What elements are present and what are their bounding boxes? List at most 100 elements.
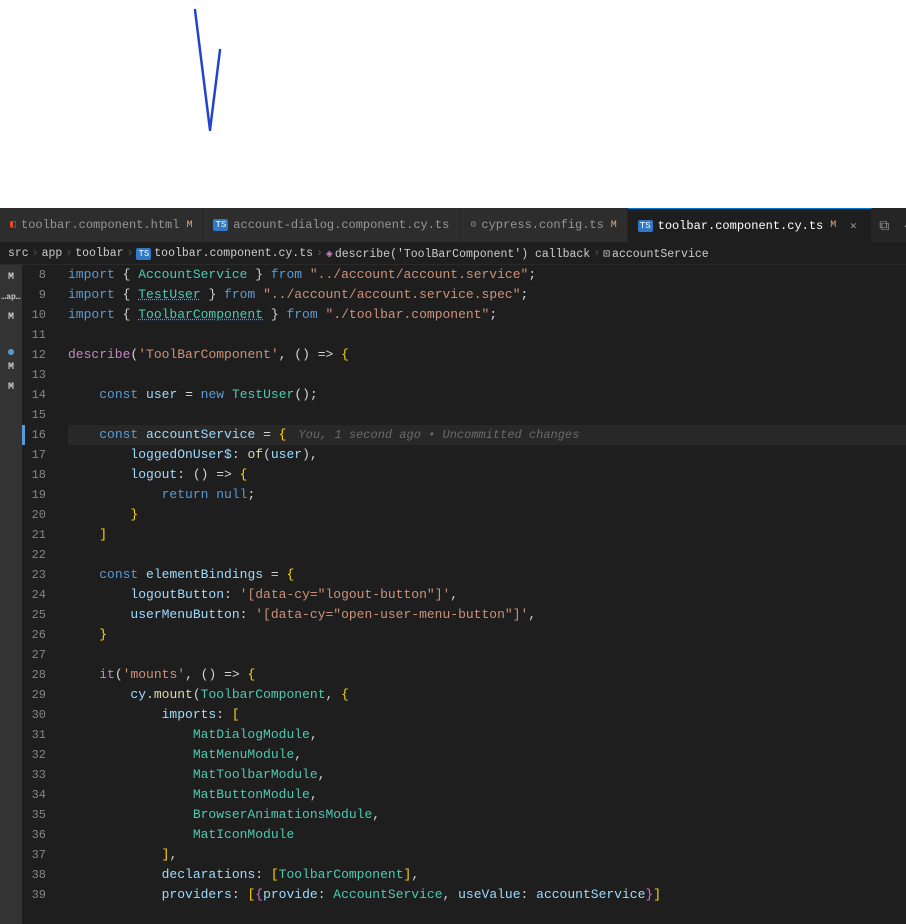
sidebar-letter-m3[interactable]: M: [0, 357, 22, 377]
code-line-27: [68, 645, 906, 665]
keyword-from-9: from: [224, 285, 255, 305]
class-BrowserAnimationsModule: BrowserAnimationsModule: [193, 805, 372, 825]
keyword-const-23: const: [99, 565, 138, 585]
line-num-13: 13: [26, 365, 54, 385]
ts-icon: TS: [213, 219, 228, 231]
code-line-13: [68, 365, 906, 385]
string-10: "./toolbar.component": [325, 305, 489, 325]
fn-of: of: [247, 445, 263, 465]
prop-provide: provide: [263, 885, 318, 905]
code-line-34: MatButtonModule,: [68, 785, 906, 805]
line-num-20: 20: [26, 505, 54, 525]
breadcrumb-app[interactable]: app: [42, 247, 63, 260]
code-line-18: logout: () => {: [68, 465, 906, 485]
code-line-21: ]: [68, 525, 906, 545]
line-num-19: 19: [26, 485, 54, 505]
tab-modified-indicator: M: [186, 220, 192, 231]
line-num-36: 36: [26, 825, 54, 845]
line-num-23: 23: [26, 565, 54, 585]
sidebar-icons: M …ap… M M M: [0, 265, 22, 924]
code-line-11: [68, 325, 906, 345]
line-num-10: 10: [26, 305, 54, 325]
line-num-15: 15: [26, 405, 54, 425]
class-MatIconModule: MatIconModule: [193, 825, 294, 845]
code-line-16: const accountService = {You, 1 second ag…: [68, 425, 906, 445]
ts-icon: TS: [638, 220, 653, 232]
string-8: "../account/account.service": [310, 265, 528, 285]
keyword-return: return: [162, 485, 209, 505]
tab-cypress-config[interactable]: ⚙ cypress.config.ts M: [460, 208, 627, 243]
class-ToolbarComponent-38: ToolbarComponent: [279, 865, 404, 885]
code-line-17: loggedOnUser$: of(user),: [68, 445, 906, 465]
breadcrumb-describe[interactable]: ◈describe('ToolBarComponent') callback: [326, 246, 590, 261]
sidebar-letter-m4[interactable]: M: [0, 377, 22, 397]
drawing-area: [0, 0, 906, 208]
string-25: '[data-cy="open-user-menu-button"]': [255, 605, 528, 625]
line-num-25: 25: [26, 605, 54, 625]
tab-label: account-dialog.component.cy.ts: [233, 218, 449, 232]
line-num-35: 35: [26, 805, 54, 825]
keyword-it: it: [99, 665, 115, 685]
var-user: user: [146, 385, 177, 405]
string-28: 'mounts': [123, 665, 185, 685]
line-numbers: 8 9 10 11 12 13 14 15 16 17 18 19 20 21 …: [26, 265, 64, 924]
sidebar-letter-m1[interactable]: M: [0, 267, 22, 287]
class-TestUser-14: TestUser: [232, 385, 294, 405]
code-line-38: declarations: [ToolbarComponent],: [68, 865, 906, 885]
prop-declarations: declarations: [162, 865, 256, 885]
fn-mount: mount: [154, 685, 193, 705]
tab-close-button[interactable]: ✕: [845, 218, 861, 234]
dot-indicator: [8, 349, 14, 355]
breadcrumb-file[interactable]: TStoolbar.component.cy.ts: [136, 247, 313, 260]
tab-label: toolbar.component.cy.ts: [658, 219, 824, 233]
line-num-27: 27: [26, 645, 54, 665]
code-line-19: return null;: [68, 485, 906, 505]
tab-bar: ◧ toolbar.component.html M TS account-di…: [0, 208, 906, 243]
line-num-14: 14: [26, 385, 54, 405]
code-line-20: }: [68, 505, 906, 525]
line-num-31: 31: [26, 725, 54, 745]
line-num-28: 28: [26, 665, 54, 685]
code-content[interactable]: import { AccountService } from "../accou…: [64, 265, 906, 924]
line-num-17: 17: [26, 445, 54, 465]
more-actions-button[interactable]: ···: [898, 213, 906, 237]
split-editor-button[interactable]: ⧉: [872, 213, 896, 237]
code-line-30: imports: [: [68, 705, 906, 725]
class-MatToolbarModule: MatToolbarModule: [193, 765, 318, 785]
code-line-39: providers: [{provide: AccountService, us…: [68, 885, 906, 905]
breadcrumb-toolbar[interactable]: toolbar: [75, 247, 123, 260]
gear-icon: ⚙: [470, 219, 476, 231]
tab-toolbar-cy[interactable]: TS toolbar.component.cy.ts M ✕: [628, 208, 872, 243]
string-9: "../account/account.service.spec": [263, 285, 520, 305]
tab-toolbar-html[interactable]: ◧ toolbar.component.html M: [0, 208, 203, 243]
breadcrumb-src[interactable]: src: [8, 247, 29, 260]
tab-label: cypress.config.ts: [481, 218, 603, 232]
tab-account-dialog[interactable]: TS account-dialog.component.cy.ts: [203, 208, 460, 243]
class-ToolbarComponent: ToolbarComponent: [138, 305, 263, 325]
line-num-37: 37: [26, 845, 54, 865]
code-line-32: MatMenuModule,: [68, 745, 906, 765]
class-MatDialogModule: MatDialogModule: [193, 725, 310, 745]
line-num-8: 8: [26, 265, 54, 285]
keyword-const-16: const: [99, 425, 138, 445]
code-line-36: MatIconModule: [68, 825, 906, 845]
line-num-30: 30: [26, 705, 54, 725]
tab-label: toolbar.component.html: [21, 218, 179, 232]
code-line-28: it('mounts', () => {: [68, 665, 906, 685]
sidebar-letter-m2[interactable]: M: [0, 307, 22, 327]
tab-modified-indicator: M: [611, 220, 617, 231]
code-line-37: ],: [68, 845, 906, 865]
keyword-from-10: from: [286, 305, 317, 325]
code-line-33: MatToolbarModule,: [68, 765, 906, 785]
line-num-32: 32: [26, 745, 54, 765]
code-line-9: import { TestUser } from "../account/acc…: [68, 285, 906, 305]
line-num-16: 16: [26, 425, 54, 445]
code-line-23: const elementBindings = {: [68, 565, 906, 585]
breadcrumb-account-service[interactable]: ⊡accountService: [603, 246, 709, 261]
code-line-8: import { AccountService } from "../accou…: [68, 265, 906, 285]
class-AccountService: AccountService: [138, 265, 247, 285]
keyword-import-9: import: [68, 285, 115, 305]
class-AccountService-39: AccountService: [333, 885, 442, 905]
ts-file-icon: TS: [136, 248, 151, 260]
sidebar-letter-ap[interactable]: …ap…: [0, 287, 22, 307]
